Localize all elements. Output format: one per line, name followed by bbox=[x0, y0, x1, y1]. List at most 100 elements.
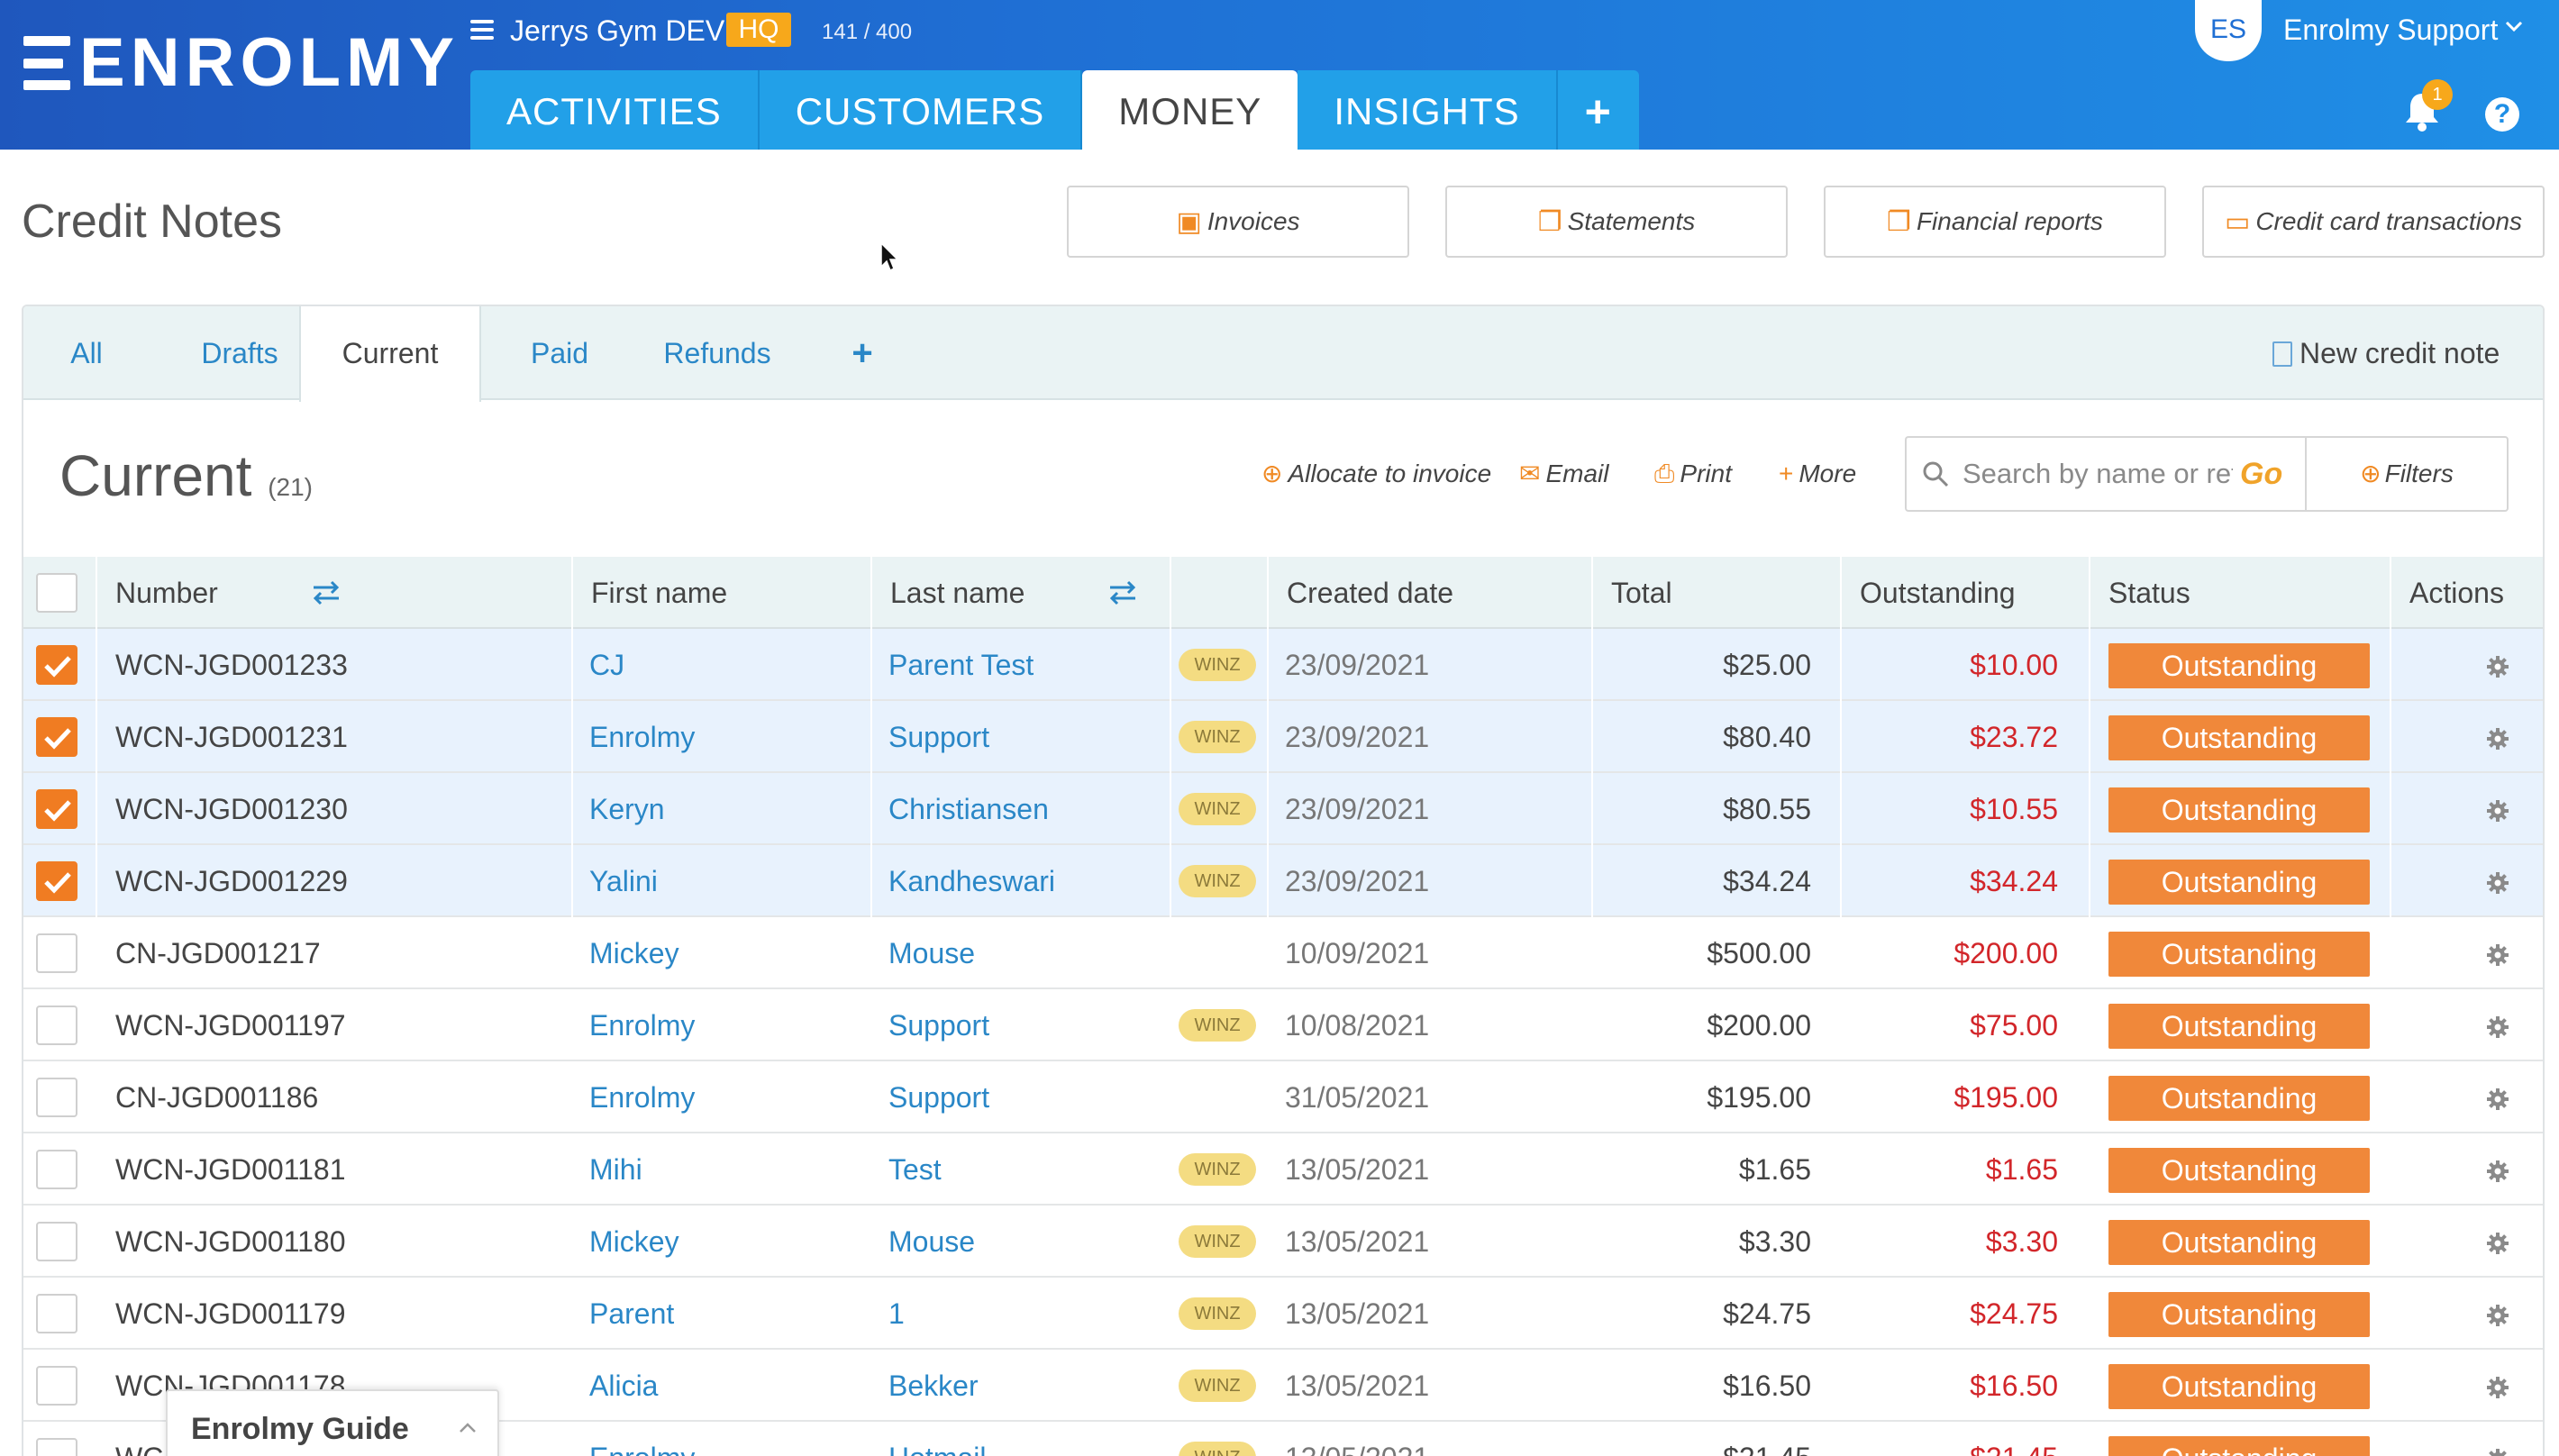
last-name-link[interactable]: Mouse bbox=[888, 1206, 975, 1278]
first-name-link[interactable]: Enrolmy bbox=[589, 1422, 695, 1456]
credit-card-transactions-button[interactable]: ▭ Credit card transactions bbox=[2202, 186, 2545, 258]
gear-icon[interactable] bbox=[2485, 1303, 2510, 1328]
nav-tab-insights[interactable]: INSIGHTS bbox=[1298, 70, 1558, 150]
row-checkbox[interactable] bbox=[36, 789, 77, 829]
gear-icon[interactable] bbox=[2485, 726, 2510, 751]
column-total[interactable]: Total bbox=[1591, 557, 1840, 629]
add-subtab-icon[interactable]: + bbox=[831, 306, 894, 400]
first-name-link[interactable]: Enrolmy bbox=[589, 989, 695, 1061]
gear-icon[interactable] bbox=[2485, 942, 2510, 968]
table-row[interactable]: WCN-JGD001197 Enrolmy Support WINZ 10/08/202… bbox=[23, 989, 2543, 1061]
row-checkbox[interactable] bbox=[36, 933, 77, 973]
more-button[interactable]: + More bbox=[1779, 456, 1856, 492]
row-checkbox[interactable] bbox=[36, 645, 77, 685]
row-checkbox[interactable] bbox=[36, 1366, 77, 1406]
gear-icon[interactable] bbox=[2485, 1159, 2510, 1184]
row-checkbox[interactable] bbox=[36, 861, 77, 901]
enrolmy-guide-popup[interactable]: Enrolmy Guide bbox=[166, 1389, 499, 1456]
column-status[interactable]: Status bbox=[2089, 557, 2390, 629]
user-avatar[interactable]: ES bbox=[2195, 0, 2262, 61]
column-first-name[interactable]: First name bbox=[571, 557, 737, 629]
statements-button[interactable]: ❐ Statements bbox=[1445, 186, 1788, 258]
row-checkbox[interactable] bbox=[36, 1006, 77, 1045]
gear-icon[interactable] bbox=[2485, 1375, 2510, 1400]
table-row[interactable]: CN-JGD001186 Enrolmy Support 31/05/2021 $195… bbox=[23, 1061, 2543, 1133]
first-name-link[interactable]: Mihi bbox=[589, 1133, 642, 1206]
chevron-down-icon[interactable] bbox=[2505, 20, 2523, 32]
enrolmy-logo[interactable]: ENROLMY bbox=[23, 27, 460, 99]
print-button[interactable]: ⎙ Print bbox=[1654, 456, 1732, 492]
cell-divider bbox=[1840, 845, 1842, 917]
new-credit-note-button[interactable]: New credit note bbox=[2272, 306, 2500, 400]
table-row[interactable]: WCN-JGD001233 CJ Parent Test WINZ 23/09/2021… bbox=[23, 629, 2543, 701]
user-menu[interactable]: Enrolmy Support bbox=[2283, 13, 2498, 47]
subtab-current[interactable]: Current bbox=[299, 306, 481, 402]
last-name-link[interactable]: Mouse bbox=[888, 917, 975, 989]
last-name-link[interactable]: Support bbox=[888, 989, 989, 1061]
table-row[interactable]: WCN-JGD001180 Mickey Mouse WINZ 13/05/2021 $3… bbox=[23, 1206, 2543, 1278]
first-name-link[interactable]: Enrolmy bbox=[589, 1061, 695, 1133]
nav-tab-customers[interactable]: CUSTOMERS bbox=[759, 70, 1083, 150]
table-row[interactable]: WCN-JGD001230 Keryn Christiansen WINZ 23/09/… bbox=[23, 773, 2543, 845]
last-name-link[interactable]: Kandheswari bbox=[888, 845, 1055, 917]
go-button[interactable]: Go bbox=[2240, 450, 2282, 497]
email-button[interactable]: ✉ Email bbox=[1519, 456, 1608, 492]
subtab-drafts[interactable]: Drafts bbox=[159, 306, 321, 400]
row-checkbox[interactable] bbox=[36, 1150, 77, 1189]
gear-icon[interactable] bbox=[2485, 1015, 2510, 1040]
financial-reports-button[interactable]: ❐ Financial reports bbox=[1824, 186, 2166, 258]
gear-icon[interactable] bbox=[2485, 870, 2510, 896]
select-all-checkbox[interactable] bbox=[36, 573, 77, 613]
filters-button[interactable]: ⊕ Filters bbox=[2305, 436, 2509, 512]
hamburger-menu-icon[interactable] bbox=[470, 20, 494, 40]
nav-tab-activities[interactable]: ACTIVITIES bbox=[470, 70, 760, 150]
first-name-link[interactable]: Keryn bbox=[589, 773, 665, 845]
subtab-all[interactable]: All bbox=[41, 306, 132, 400]
help-icon[interactable]: ? bbox=[2485, 97, 2519, 132]
table-row[interactable]: WCN-JGD001231 Enrolmy Support WINZ 23/09/202… bbox=[23, 701, 2543, 773]
table-row[interactable]: WCN-JGD001181 Mihi Test WINZ 13/05/2021 $1.65… bbox=[23, 1133, 2543, 1206]
table-row[interactable]: WCN-JGD001179 Parent 1 WINZ 13/05/2021 $24.75… bbox=[23, 1278, 2543, 1350]
gear-icon[interactable] bbox=[2485, 1231, 2510, 1256]
gear-icon[interactable] bbox=[2485, 798, 2510, 824]
sort-icon[interactable] bbox=[310, 578, 342, 607]
last-name-link[interactable]: Christiansen bbox=[888, 773, 1049, 845]
table-row[interactable]: WCN-JGD001229 Yalini Kandheswari WINZ 23/09/… bbox=[23, 845, 2543, 917]
first-name-link[interactable]: Mickey bbox=[589, 1206, 679, 1278]
last-name-link[interactable]: Hotmail bbox=[888, 1422, 986, 1456]
subtab-refunds[interactable]: Refunds bbox=[636, 306, 798, 400]
last-name-link[interactable]: Parent Test bbox=[888, 629, 1034, 701]
subtab-paid[interactable]: Paid bbox=[501, 306, 618, 400]
chevron-up-icon[interactable] bbox=[458, 1422, 478, 1434]
last-name-link[interactable]: Bekker bbox=[888, 1350, 979, 1422]
search-input[interactable] bbox=[1963, 450, 2233, 497]
table-row[interactable]: CN-JGD001217 Mickey Mouse 10/09/2021 $500.00… bbox=[23, 917, 2543, 989]
last-name-link[interactable]: Test bbox=[888, 1133, 942, 1206]
first-name-link[interactable]: Alicia bbox=[589, 1350, 658, 1422]
row-checkbox[interactable] bbox=[36, 1222, 77, 1261]
column-created-date[interactable]: Created date bbox=[1267, 557, 1591, 629]
row-checkbox[interactable] bbox=[36, 1438, 77, 1456]
column-outstanding[interactable]: Outstanding bbox=[1840, 557, 2089, 629]
last-name-link[interactable]: 1 bbox=[888, 1278, 905, 1350]
last-name-link[interactable]: Support bbox=[888, 701, 989, 773]
nav-add-icon[interactable]: + bbox=[1557, 70, 1639, 150]
gym-name[interactable]: Jerrys Gym DEV bbox=[510, 13, 724, 49]
first-name-link[interactable]: Yalini bbox=[589, 845, 658, 917]
first-name-link[interactable]: Parent bbox=[589, 1278, 674, 1350]
allocate-to-invoice-button[interactable]: ⊕ Allocate to invoice bbox=[1261, 456, 1491, 492]
nav-tab-money[interactable]: MONEY bbox=[1082, 70, 1298, 150]
gear-icon[interactable] bbox=[2485, 654, 2510, 679]
first-name-link[interactable]: Mickey bbox=[589, 917, 679, 989]
row-checkbox[interactable] bbox=[36, 717, 77, 757]
gear-icon[interactable] bbox=[2485, 1087, 2510, 1112]
column-first-name-label: First name bbox=[591, 577, 728, 609]
sort-icon[interactable] bbox=[1106, 578, 1139, 607]
row-checkbox[interactable] bbox=[36, 1294, 77, 1333]
first-name-link[interactable]: Enrolmy bbox=[589, 701, 695, 773]
last-name-link[interactable]: Support bbox=[888, 1061, 989, 1133]
row-checkbox[interactable] bbox=[36, 1078, 77, 1117]
first-name-link[interactable]: CJ bbox=[589, 629, 624, 701]
gear-icon[interactable] bbox=[2485, 1447, 2510, 1456]
invoices-button[interactable]: ▣ Invoices bbox=[1067, 186, 1409, 258]
